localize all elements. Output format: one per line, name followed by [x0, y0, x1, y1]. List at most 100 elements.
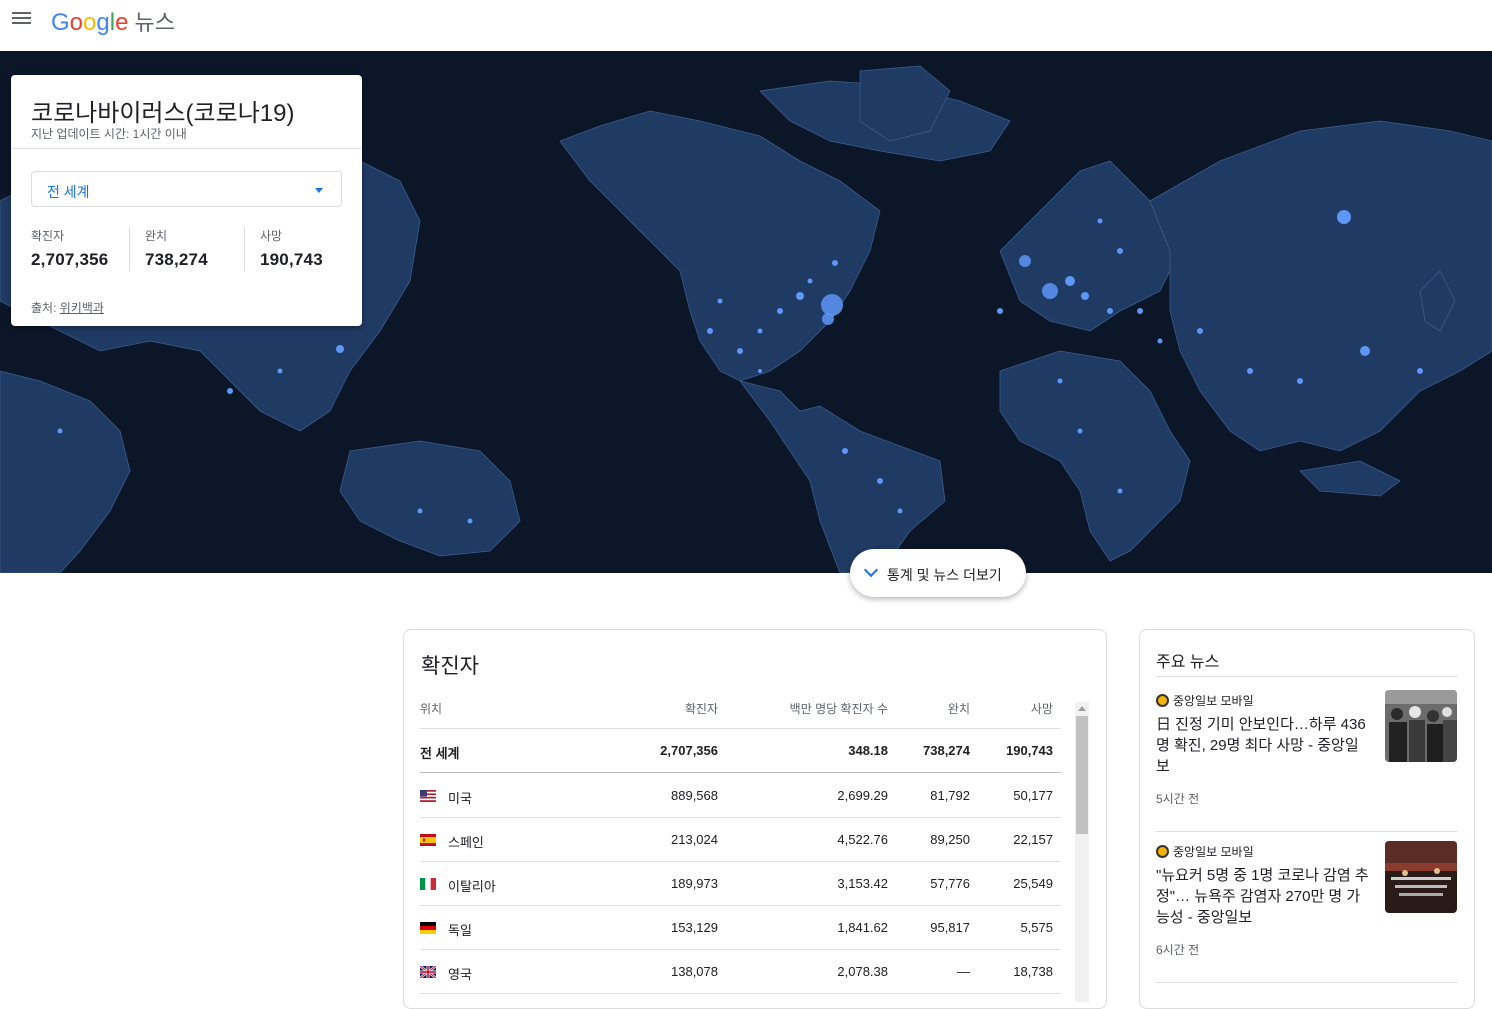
table-row[interactable]: 스페인 213,024 4,522.76 89,250 22,157	[420, 818, 1061, 862]
col-deaths[interactable]: 사망	[993, 700, 1053, 717]
row-deaths: 5,575	[1020, 920, 1053, 935]
row-per-million: 4,522.76	[837, 832, 888, 847]
publisher-name: 중앙일보 모바일	[1173, 694, 1254, 708]
scroll-up-icon[interactable]	[1078, 706, 1086, 711]
logo-letter: g	[96, 9, 110, 36]
street-photo-icon	[1385, 841, 1457, 913]
col-per-million[interactable]: 백만 명당 확진자 수	[740, 700, 888, 717]
row-confirmed: 153,129	[671, 920, 718, 935]
row-location: 영국	[448, 967, 472, 982]
news-publisher: 중앙일보 모바일	[1156, 843, 1254, 860]
top-news-panel: 주요 뉴스 중앙일보 모바일 日 진정 기미 안보인다…하루 436명 확진, …	[1139, 629, 1475, 1009]
gb-flag-icon	[420, 966, 436, 978]
divider	[129, 227, 130, 271]
table-row[interactable]: 독일 153,129 1,841.62 95,817 5,575	[420, 906, 1061, 950]
card-title: 코로나바이러스(코로나19)	[31, 100, 295, 127]
row-confirmed: 138,078	[671, 964, 718, 979]
caret-down-icon	[315, 188, 323, 193]
region-dropdown[interactable]: 전 세계	[31, 171, 342, 207]
source-link[interactable]: 위키백과	[60, 301, 104, 315]
divider	[11, 148, 362, 149]
stat-value: 2,707,356	[31, 250, 109, 269]
col-recovered[interactable]: 완치	[910, 700, 970, 717]
summary-card: 코로나바이러스(코로나19) 지난 업데이트 시간: 1시간 이내 전 세계 확…	[11, 75, 362, 326]
row-recovered: 738,274	[923, 743, 970, 758]
table-row[interactable]: 이탈리아 189,973 3,153.42 57,776 25,549	[420, 862, 1061, 906]
crowd-photo-icon	[1385, 690, 1457, 762]
row-deaths: 50,177	[1013, 788, 1053, 803]
google-news-logo[interactable]: Google 뉴스	[51, 5, 175, 37]
stat-label: 사망	[260, 229, 283, 243]
product-name: 뉴스	[134, 10, 175, 35]
top-bar: Google 뉴스	[0, 0, 1492, 51]
table-row[interactable]: 미국 889,568 2,699.29 81,792 50,177	[420, 774, 1061, 818]
scrollbar-thumb[interactable]	[1076, 716, 1088, 834]
more-stats-button[interactable]: 통계 및 뉴스 더보기	[850, 549, 1026, 597]
row-location: 미국	[448, 791, 472, 806]
divider	[244, 227, 245, 271]
row-confirmed: 213,024	[671, 832, 718, 847]
logo-letter: G	[51, 9, 70, 36]
row-deaths: 190,743	[1006, 743, 1053, 758]
row-per-million: 3,153.42	[837, 876, 888, 891]
publisher-icon	[1156, 845, 1169, 858]
divider	[1156, 676, 1458, 677]
row-confirmed: 889,568	[671, 788, 718, 803]
table-row[interactable]: 영국 138,078 2,078.38 — 18,738	[420, 950, 1061, 994]
news-article[interactable]: 중앙일보 모바일 日 진정 기미 안보인다…하루 436명 확진, 29명 최다…	[1156, 682, 1458, 832]
row-deaths: 22,157	[1013, 832, 1053, 847]
row-per-million: 1,841.62	[837, 920, 888, 935]
news-headline[interactable]: "뉴요커 5명 중 1명 코로나 감염 추정"… 뉴욕주 감염자 270만 명 …	[1156, 865, 1371, 928]
news-time: 6시간 전	[1156, 943, 1200, 957]
table-row-world[interactable]: 전 세계 2,707,356 348.18 738,274 190,743	[420, 729, 1061, 773]
row-recovered: 95,817	[930, 920, 970, 935]
news-headline[interactable]: 日 진정 기미 안보인다…하루 436명 확진, 29명 최다 사망 - 중앙일…	[1156, 714, 1371, 777]
source-line: 출처: 위키백과	[31, 299, 104, 316]
row-recovered: —	[957, 964, 970, 979]
row-recovered: 89,250	[930, 832, 970, 847]
row-location: 독일	[448, 923, 472, 938]
us-flag-icon	[420, 790, 436, 802]
row-confirmed: 2,707,356	[660, 743, 718, 758]
cases-panel: 확진자 위치 확진자 백만 명당 확진자 수 완치 사망 전 세계 2,707,…	[403, 629, 1107, 1009]
stat-deaths: 사망 190,743	[260, 227, 323, 271]
stat-recovered: 완치 738,274	[145, 227, 208, 271]
row-deaths: 25,549	[1013, 876, 1053, 891]
row-location: 전 세계	[420, 746, 460, 761]
row-per-million: 2,078.38	[837, 964, 888, 979]
source-prefix: 출처:	[31, 301, 60, 315]
news-article[interactable]: 중앙일보 모바일 "뉴요커 5명 중 1명 코로나 감염 추정"… 뉴욕주 감염…	[1156, 833, 1458, 983]
cases-title: 확진자	[421, 655, 479, 678]
news-thumbnail[interactable]	[1385, 690, 1457, 762]
row-confirmed: 189,973	[671, 876, 718, 891]
row-recovered: 81,792	[930, 788, 970, 803]
stat-value: 738,274	[145, 250, 208, 269]
row-location: 이탈리아	[448, 879, 496, 894]
news-time: 5시간 전	[1156, 792, 1200, 806]
table-header: 위치 확진자 백만 명당 확진자 수 완치 사망	[420, 700, 1061, 730]
menu-icon[interactable]	[12, 10, 34, 28]
publisher-name: 중앙일보 모바일	[1173, 845, 1254, 859]
publisher-icon	[1156, 694, 1169, 707]
logo-letter: e	[115, 9, 129, 36]
row-per-million: 2,699.29	[837, 788, 888, 803]
chevron-down-icon	[863, 562, 879, 578]
es-flag-icon	[420, 834, 436, 846]
news-title: 주요 뉴스	[1156, 654, 1220, 671]
stat-label: 확진자	[31, 229, 65, 243]
row-per-million: 348.18	[848, 743, 888, 758]
table-scrollbar[interactable]	[1075, 702, 1089, 1002]
row-location: 스페인	[448, 835, 484, 850]
row-deaths: 18,738	[1013, 964, 1053, 979]
stat-value: 190,743	[260, 250, 323, 269]
col-confirmed[interactable]: 확진자	[620, 700, 718, 717]
logo-letter: o	[69, 9, 84, 36]
stat-confirmed: 확진자 2,707,356	[31, 227, 108, 271]
it-flag-icon	[420, 878, 436, 890]
news-thumbnail[interactable]	[1385, 841, 1457, 913]
last-updated: 지난 업데이트 시간: 1시간 이내	[31, 127, 187, 141]
de-flag-icon	[420, 922, 436, 934]
logo-letter: o	[83, 9, 97, 36]
region-selected-value: 전 세계	[47, 184, 90, 200]
col-location[interactable]: 위치	[420, 700, 442, 717]
